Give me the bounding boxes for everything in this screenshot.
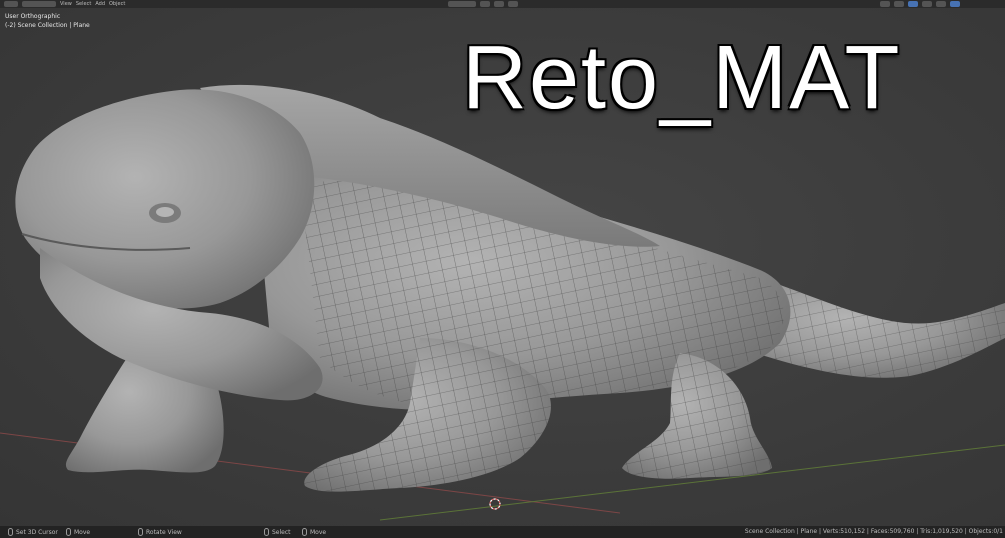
3d-cursor-icon[interactable] <box>489 498 501 510</box>
status-hint-set-cursor: Set 3D Cursor <box>8 526 58 538</box>
view-name: User Orthographic <box>5 13 61 20</box>
overlay-icon[interactable] <box>908 1 918 7</box>
mouse-drag-icon <box>66 528 71 536</box>
status-hint-move-2: Move <box>302 526 326 538</box>
header-center-group <box>448 0 518 8</box>
mouse-left-icon <box>8 528 13 536</box>
status-hint-label: Move <box>310 528 327 536</box>
collection-info: (-2) Scene Collection | Plane <box>5 22 90 29</box>
menu-select[interactable]: Select <box>76 0 91 8</box>
mouse-middle-icon <box>138 528 143 536</box>
mouse-drag-icon <box>302 528 307 536</box>
menu-object[interactable]: Object <box>109 0 125 8</box>
transform-orientation-dropdown[interactable] <box>448 1 476 7</box>
gizmo-icon[interactable] <box>894 1 904 7</box>
visibility-icon[interactable] <box>880 1 890 7</box>
status-hint-label: Rotate View <box>146 528 182 536</box>
overlay-title: Reto_MAT <box>462 28 902 128</box>
editor-type-button[interactable] <box>4 1 18 7</box>
status-hint-move: Move <box>66 526 90 538</box>
snap-icon[interactable] <box>494 1 504 7</box>
scene-statistics: Scene Collection | Plane | Verts:510,152… <box>744 528 1003 535</box>
status-hint-label: Move <box>74 528 91 536</box>
shading-wireframe-icon[interactable] <box>936 1 946 7</box>
xray-icon[interactable] <box>922 1 932 7</box>
header-left-group: View Select Add Object <box>4 0 125 8</box>
status-bar: Set 3D Cursor Move Rotate View Select Mo… <box>0 526 1005 538</box>
3d-viewport[interactable]: User Orthographic (-2) Scene Collection … <box>0 8 1005 526</box>
status-hint-label: Set 3D Cursor <box>16 528 58 536</box>
status-hint-select: Select <box>264 526 291 538</box>
status-hint-rotate-view: Rotate View <box>138 526 182 538</box>
proportional-edit-icon[interactable] <box>508 1 518 7</box>
mode-dropdown[interactable] <box>22 1 56 7</box>
header-bar: View Select Add Object <box>0 0 1005 8</box>
shading-solid-icon[interactable] <box>950 1 960 7</box>
pivot-icon[interactable] <box>480 1 490 7</box>
header-right-group <box>880 0 960 8</box>
mouse-left-icon <box>264 528 269 536</box>
viewport-info: User Orthographic (-2) Scene Collection … <box>5 12 90 30</box>
menu-view[interactable]: View <box>60 0 72 8</box>
menu-add[interactable]: Add <box>95 0 105 8</box>
status-hint-label: Select <box>272 528 291 536</box>
